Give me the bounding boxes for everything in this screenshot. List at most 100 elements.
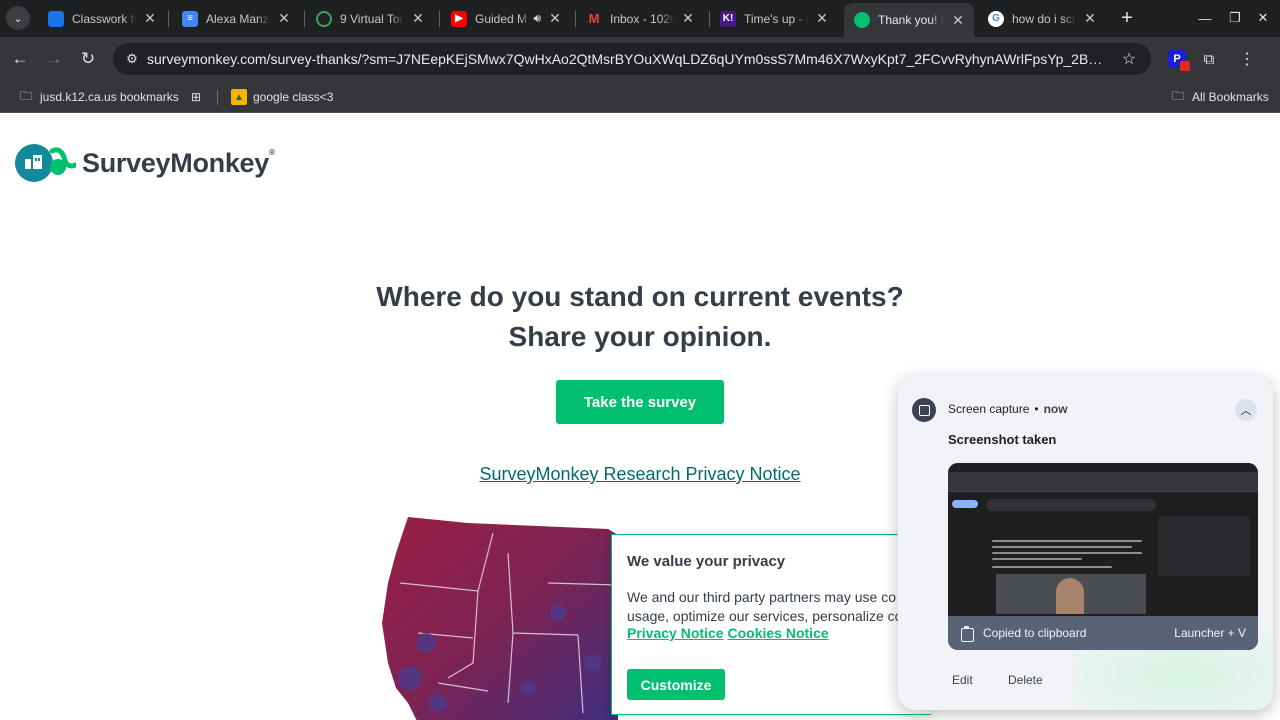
new-tab-plus-icon[interactable]: + (1116, 7, 1138, 29)
clipboard-icon (960, 626, 974, 642)
cookie-consent-banner: We value your privacy We and our third p… (611, 534, 931, 715)
google-classroom-icon (48, 10, 64, 27)
tab-label: 9 Virtual Tour (340, 11, 404, 26)
google-icon: G (988, 10, 1004, 27)
surveymonkey-logo-icon (15, 144, 76, 182)
thumbnail-page (948, 492, 1258, 616)
tab-youtube[interactable]: ▶ Guided M 🔊︎ ✕ (441, 4, 571, 33)
edit-button[interactable]: Edit (952, 673, 973, 687)
take-survey-button[interactable]: Take the survey (556, 380, 724, 424)
all-bookmarks-label: All Bookmarks (1192, 90, 1269, 104)
thumbnail-text-line (992, 552, 1142, 554)
tab-label: how do i scre (1012, 11, 1076, 26)
cookie-links: Privacy Notice Cookies Notice (627, 625, 833, 641)
tab-label: Classwork for (72, 11, 136, 26)
thumbnail-toolbar (948, 472, 1258, 484)
cookie-body-line-2: usage, optimize our services, personaliz… (627, 608, 903, 624)
bookmarks-bar: 🗀︎ jusd.k12.ca.us bookmarks ⊞ ▲ google c… (0, 81, 1280, 113)
thumbnail-text-line (992, 546, 1132, 548)
tab-google-search[interactable]: G how do i scre ✕ (978, 4, 1106, 33)
address-bar[interactable]: ⚙︎ surveymonkey.com/survey-thanks/?sm=J7… (113, 43, 1151, 75)
registered-mark: ® (268, 147, 275, 157)
reload-icon[interactable]: ↻ (76, 47, 100, 71)
apps-grid-icon[interactable]: ⊞ (188, 87, 210, 107)
close-tab-icon[interactable]: ✕ (547, 10, 563, 27)
separator-dot: • (1034, 402, 1039, 416)
close-tab-icon[interactable]: ✕ (276, 10, 292, 27)
tab-virtual-tour[interactable]: 9 Virtual Tour ✕ (306, 4, 434, 33)
tab-surveymonkey-active[interactable]: Thank you! C ✕ (844, 3, 974, 37)
delete-button[interactable]: Delete (1008, 673, 1043, 687)
tab-gmail[interactable]: M Inbox - 10262 ✕ (576, 4, 704, 33)
youtube-icon: ▶ (451, 10, 467, 27)
screen-capture-notification[interactable]: Screen capture • now ︿ Screenshot taken Co… (898, 376, 1273, 710)
extension-icon[interactable]: P (1168, 50, 1190, 71)
tab-divider (304, 11, 305, 27)
cookies-notice-link[interactable]: Cookies Notice (728, 625, 829, 641)
tab-kahoot[interactable]: K! Time's up - K ✕ (710, 4, 838, 33)
close-tab-icon[interactable]: ✕ (680, 10, 696, 27)
url-text[interactable]: surveymonkey.com/survey-thanks/?sm=J7NEe… (147, 51, 1107, 69)
folder-icon: 🗀︎ (19, 88, 32, 103)
bookmark-star-icon[interactable]: ☆ (1119, 49, 1139, 69)
bookmark-folder-jusd[interactable]: 🗀︎ jusd.k12.ca.us bookmarks (18, 87, 179, 107)
speaker-icon[interactable]: 🔊︎ (533, 11, 541, 26)
apps-grid-icon: ⊞ (190, 90, 202, 104)
forward-arrow-icon[interactable]: → (42, 47, 66, 71)
tab-classwork[interactable]: Classwork for ✕ (38, 4, 166, 33)
close-tab-icon[interactable]: ✕ (410, 10, 426, 27)
bookmark-divider (217, 90, 218, 105)
google-classroom-icon: ▲ (231, 89, 247, 105)
headline-line-1: Where do you stand on current events? (376, 281, 904, 312)
tab-divider (439, 11, 440, 27)
tab-label: Alexa Manzo (206, 11, 270, 26)
tab-search-chevron-icon[interactable]: ⌄ (6, 6, 30, 30)
logo-wordmark: SurveyMonkey® (82, 148, 275, 179)
google-docs-icon: ≡ (182, 10, 198, 27)
cookie-body-line-1: We and our third party partners may use … (627, 589, 896, 605)
site-settings-icon[interactable]: ⚙︎ (121, 48, 143, 70)
notification-time: now (1043, 402, 1068, 416)
copied-to-clipboard-text: Copied to clipboard (983, 626, 1087, 640)
kahoot-icon: K! (720, 10, 736, 27)
all-bookmarks[interactable]: 🗀︎ All Bookmarks (1170, 87, 1269, 107)
thumbnail-text-line (992, 558, 1082, 560)
surveymonkey-icon (854, 12, 870, 28)
close-tab-icon[interactable]: ✕ (814, 10, 830, 27)
cookie-body: We and our third party partners may use … (627, 588, 927, 626)
restore-window-icon[interactable]: ❐ (1224, 8, 1246, 28)
tab-label: Guided M (475, 11, 528, 26)
thumbnail-text-line (992, 566, 1112, 568)
bookmark-label: jusd.k12.ca.us bookmarks (40, 90, 179, 104)
thumbnail-searchbox (986, 499, 1156, 511)
thumbnail-tabbar (948, 463, 1258, 472)
thumbnail-logo (952, 500, 978, 508)
notification-title: Screenshot taken (948, 432, 1057, 447)
close-window-icon[interactable]: ✕ (1252, 8, 1274, 28)
tab-label: Inbox - 10262 (610, 11, 674, 26)
thumbnail-text-line (992, 540, 1142, 542)
bookmark-label: google class<3 (253, 90, 334, 104)
screenshot-thumbnail[interactable]: Copied to clipboard Launcher + V (948, 463, 1258, 650)
collapse-chevron-icon[interactable]: ︿ (1235, 399, 1257, 421)
gmail-icon: M (588, 11, 600, 26)
extensions-puzzle-icon[interactable]: ⧉ (1200, 50, 1218, 68)
cookie-title: We value your privacy (627, 553, 786, 570)
privacy-notice-link[interactable]: Privacy Notice (627, 625, 724, 641)
back-arrow-icon[interactable]: ← (8, 47, 32, 71)
tab-doc[interactable]: ≡ Alexa Manzo ✕ (172, 4, 300, 33)
thumbnail-bookmarks (948, 484, 1258, 492)
logo-text: SurveyMonkey (82, 147, 269, 178)
browser-toolbar: ← → ↻ ⚙︎ surveymonkey.com/survey-thanks/… (0, 37, 1280, 81)
close-tab-icon[interactable]: ✕ (1082, 10, 1098, 27)
minimize-icon[interactable]: — (1194, 8, 1216, 28)
tab-label: Time's up - K (744, 11, 808, 26)
close-tab-icon[interactable]: ✕ (142, 10, 158, 27)
customize-button[interactable]: Customize (627, 669, 725, 700)
headline-line-2: Share your opinion. (508, 321, 772, 352)
thumbnail-video (996, 574, 1146, 614)
surveymonkey-logo[interactable]: SurveyMonkey® (14, 141, 275, 185)
close-tab-icon[interactable]: ✕ (950, 12, 966, 28)
bookmark-google-class[interactable]: ▲ google class<3 (231, 87, 333, 107)
more-menu-icon[interactable]: ⋮ (1238, 50, 1256, 68)
